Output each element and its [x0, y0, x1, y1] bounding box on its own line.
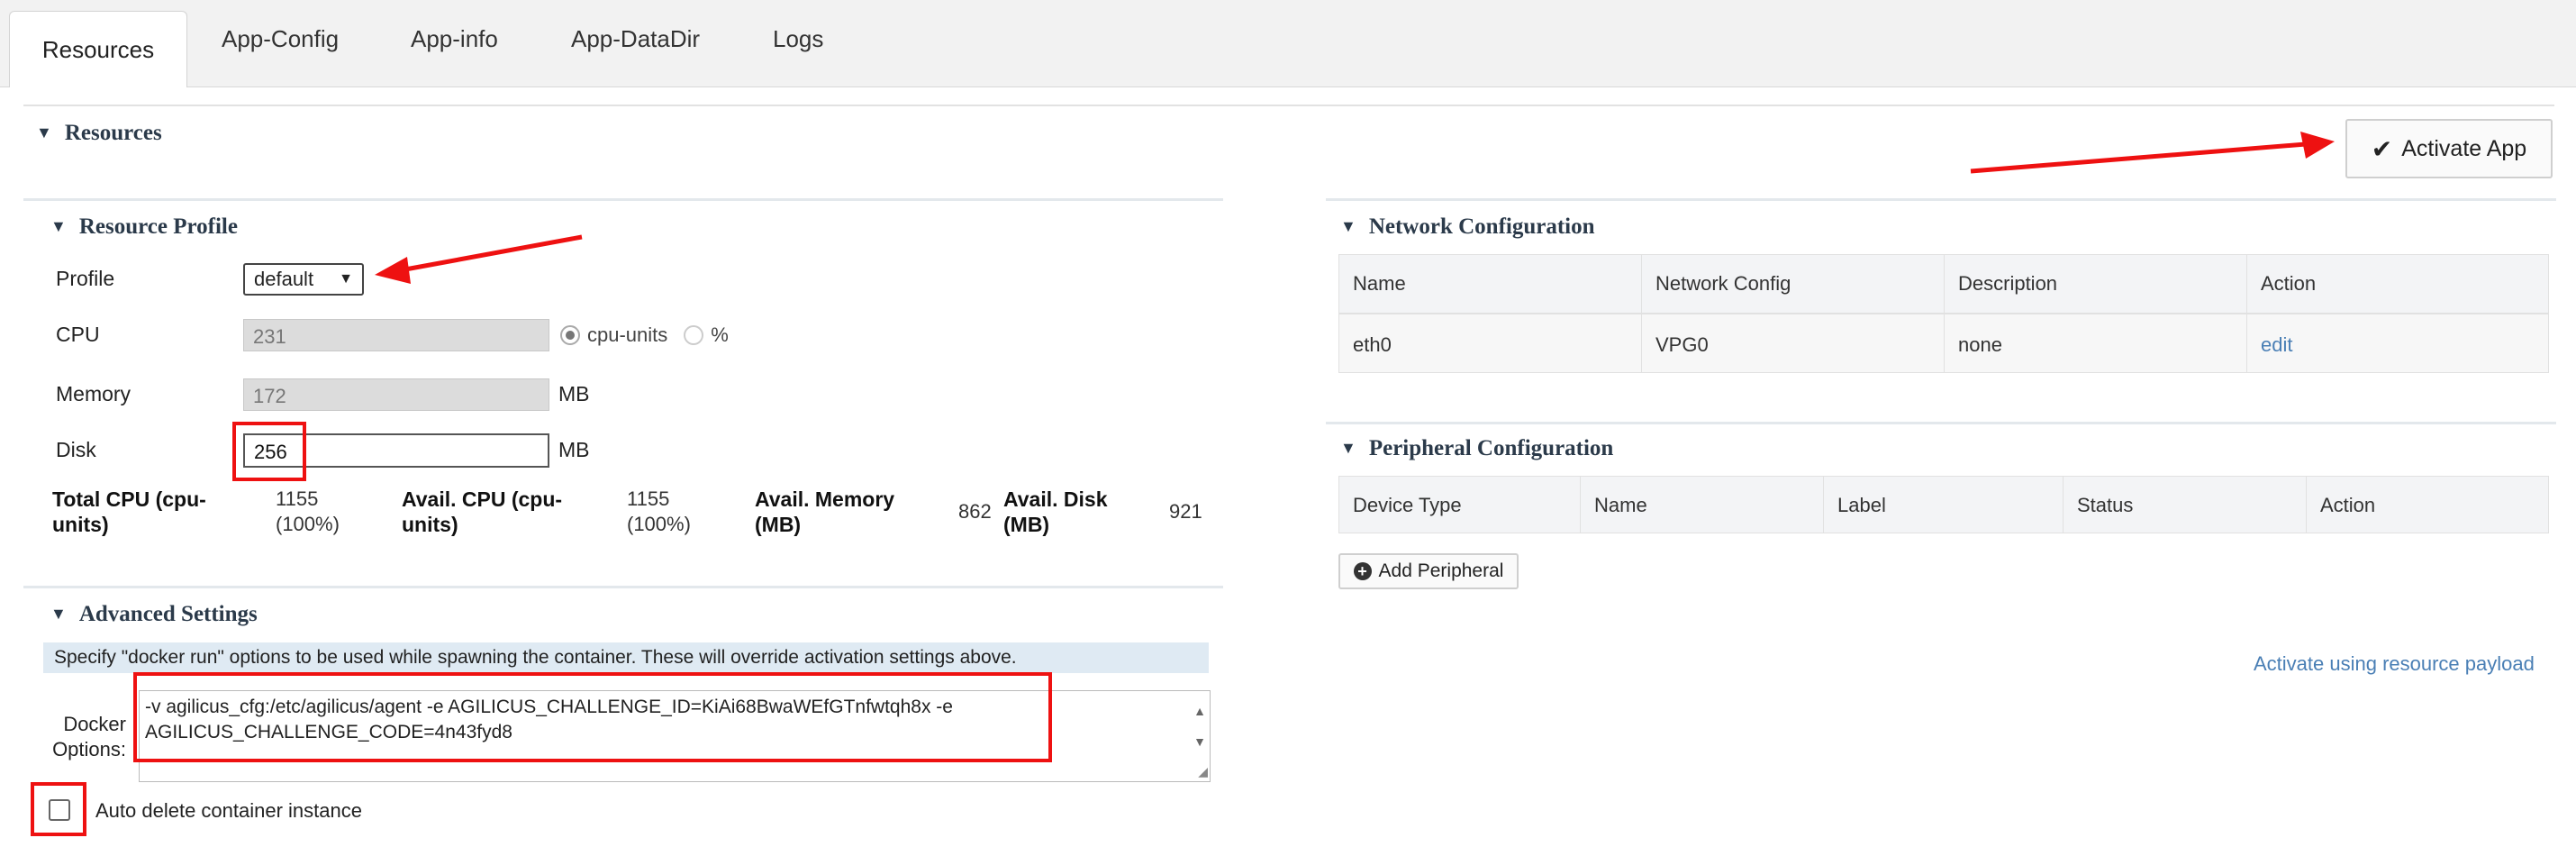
network-header-action: Action — [2261, 272, 2317, 295]
network-header-network-config: Network Config — [1655, 272, 1791, 295]
caret-down-icon: ▼ — [50, 217, 67, 235]
cpu-unit-radios: cpu-units % — [560, 323, 729, 347]
peripheral-header-device-type: Device Type — [1353, 494, 1462, 516]
column-separator — [1823, 476, 1824, 533]
radio-percent[interactable] — [684, 325, 704, 345]
memory-input[interactable]: 172 — [243, 378, 549, 411]
divider — [23, 198, 1223, 201]
caret-down-icon: ▼ — [1340, 439, 1356, 457]
profile-select-value: default — [254, 268, 314, 290]
radio-cpu-units-label: cpu-units — [587, 323, 668, 346]
activate-resource-payload-link[interactable]: Activate using resource payload — [2254, 652, 2535, 676]
edit-link[interactable]: edit — [2261, 333, 2292, 357]
cpu-label: CPU — [56, 323, 100, 346]
scroll-down-icon[interactable]: ▼ — [1193, 734, 1206, 749]
disk-unit: MB — [558, 438, 590, 461]
cpu-input[interactable]: 231 — [243, 319, 549, 351]
total-cpu-value: 1155 (100%) — [276, 487, 340, 535]
network-config-title: Network Configuration — [1368, 214, 1595, 239]
divider — [23, 586, 1223, 588]
avail-cpu-value: 1155 (100%) — [627, 487, 691, 535]
profile-select[interactable]: default ▼ — [243, 263, 364, 296]
caret-down-icon: ▼ — [36, 123, 52, 141]
network-header-description: Description — [1958, 272, 2058, 295]
add-peripheral-button[interactable]: + Add Peripheral — [1338, 553, 1519, 589]
chevron-down-icon: ▼ — [339, 271, 353, 287]
annotation-box-disk — [232, 422, 306, 481]
annotation-arrow-profile — [375, 234, 583, 284]
peripheral-header-status: Status — [2077, 494, 2134, 516]
avail-disk-value: 921 — [1169, 500, 1202, 523]
network-cell-description: none — [1958, 333, 2002, 356]
advanced-settings-title: Advanced Settings — [78, 602, 258, 626]
resource-profile-title: Resource Profile — [78, 214, 238, 239]
caret-down-icon: ▼ — [1340, 217, 1356, 235]
annotation-box-checkbox — [31, 782, 86, 836]
disk-label: Disk — [56, 438, 96, 461]
resources-title: Resources — [64, 121, 162, 145]
network-header-name: Name — [1353, 272, 1406, 295]
column-separator — [2306, 476, 2307, 533]
tab-resources[interactable]: Resources — [9, 11, 187, 87]
tab-bar — [0, 0, 2576, 87]
advanced-settings-note: Specify "docker run" options to be used … — [43, 642, 1209, 673]
network-cell-name: eth0 — [1353, 333, 1392, 356]
profile-label: Profile — [56, 267, 115, 290]
column-separator — [1580, 476, 1581, 533]
radio-percent-label: % — [711, 323, 729, 346]
avail-memory-label: Avail. Memory (MB) — [755, 487, 895, 536]
annotation-arrow-activate — [1970, 132, 2335, 174]
network-cell-config: VPG0 — [1655, 333, 1709, 356]
tab-app-datadir[interactable]: App-DataDir — [571, 25, 700, 53]
tab-logs[interactable]: Logs — [773, 25, 823, 53]
peripheral-config-header[interactable]: ▼ Peripheral Configuration — [1340, 436, 1613, 461]
resize-handle-icon[interactable]: ◢ — [1198, 764, 1208, 779]
add-peripheral-label: Add Peripheral — [1378, 560, 1504, 581]
radio-dot — [566, 331, 575, 340]
memory-label: Memory — [56, 382, 132, 405]
tab-app-config[interactable]: App-Config — [222, 25, 339, 53]
divider — [1326, 198, 2556, 201]
caret-down-icon: ▼ — [50, 605, 67, 623]
memory-unit: MB — [558, 382, 590, 405]
peripheral-header-action: Action — [2320, 494, 2376, 516]
column-separator — [2063, 476, 2064, 533]
peripheral-header-name: Name — [1594, 494, 1647, 516]
divider — [1326, 422, 2556, 424]
checkmark-icon: ✔ — [2371, 134, 2393, 163]
advanced-settings-header[interactable]: ▼ Advanced Settings — [50, 602, 258, 627]
activate-app-button[interactable]: ✔ Activate App — [2345, 119, 2553, 178]
network-config-header[interactable]: ▼ Network Configuration — [1340, 214, 1595, 240]
radio-cpu-units[interactable] — [560, 325, 580, 345]
docker-options-label: Docker Options: — [52, 713, 126, 760]
plus-circle-icon: + — [1353, 562, 1372, 580]
tab-label: Resources — [41, 35, 155, 63]
resource-profile-header[interactable]: ▼ Resource Profile — [50, 214, 238, 240]
tab-app-info[interactable]: App-info — [411, 25, 498, 53]
avail-disk-label: Avail. Disk (MB) — [1003, 487, 1108, 536]
total-cpu-label: Total CPU (cpu-units) — [52, 487, 206, 536]
column-separator — [1944, 254, 1945, 373]
auto-delete-label: Auto delete container instance — [95, 799, 362, 822]
resources-section-header[interactable]: ▼ Resources — [36, 121, 162, 146]
annotation-box-docker-options — [133, 672, 1052, 762]
avail-cpu-label: Avail. CPU (cpu-units) — [402, 487, 563, 536]
column-separator — [1641, 254, 1642, 373]
peripheral-config-title: Peripheral Configuration — [1368, 436, 1614, 460]
peripheral-header-label: Label — [1837, 494, 1886, 516]
avail-memory-value: 862 — [958, 500, 992, 523]
activate-app-label: Activate App — [2401, 135, 2527, 161]
column-separator — [2246, 254, 2247, 373]
scroll-up-icon[interactable]: ▲ — [1193, 704, 1206, 718]
